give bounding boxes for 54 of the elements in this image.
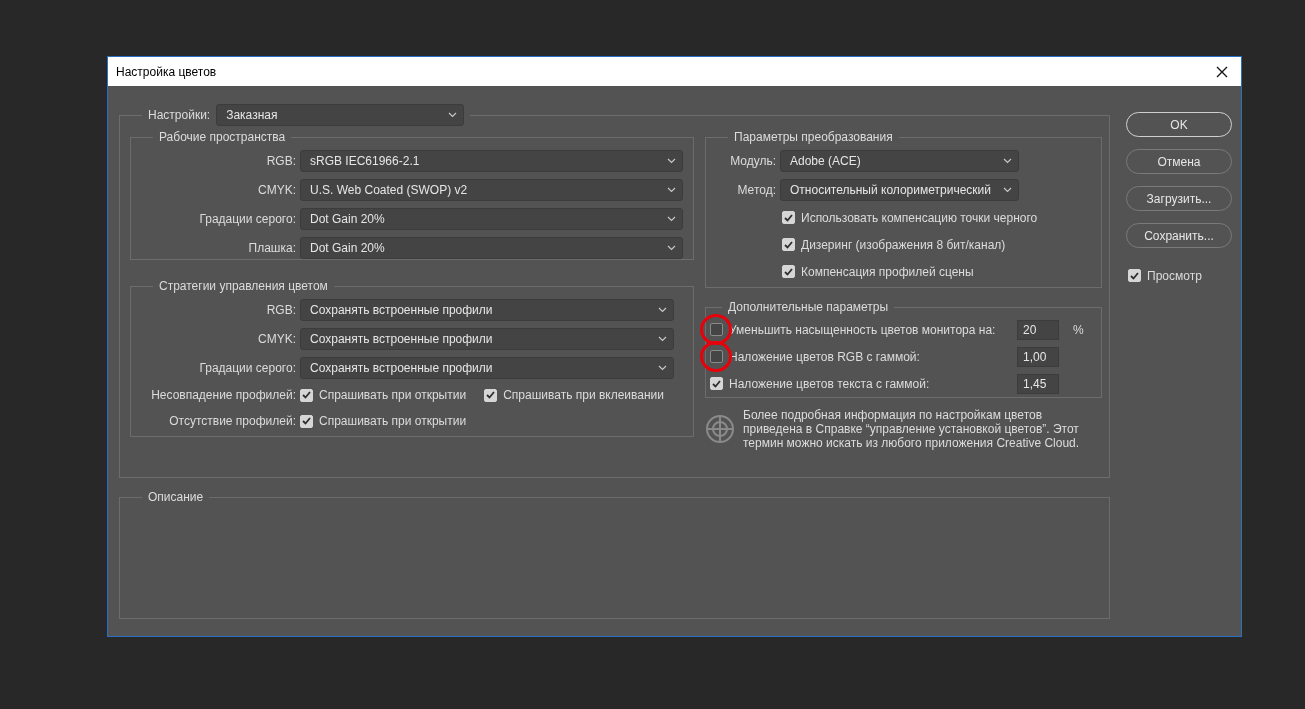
checkbox[interactable] bbox=[710, 350, 723, 363]
field-label: Градации серого: bbox=[198, 211, 297, 226]
field-label: RGB: bbox=[265, 302, 297, 317]
chevron-icon bbox=[658, 306, 667, 313]
chevron-icon bbox=[667, 215, 676, 222]
dropdown[interactable]: Относительный колориметрический bbox=[780, 178, 1019, 201]
close-icon bbox=[1216, 65, 1228, 78]
group-title: Стратегии управления цветом bbox=[159, 279, 328, 293]
group-title: Описание bbox=[148, 490, 204, 504]
dropdown[interactable]: Dot Gain 20% bbox=[300, 236, 683, 259]
dropdown[interactable]: U.S. Web Coated (SWOP) v2 bbox=[300, 178, 683, 201]
dropdown[interactable]: sRGB IEC61966-2.1 bbox=[300, 149, 683, 172]
input-field[interactable]: 1,45 bbox=[1017, 373, 1059, 394]
chevron-icon bbox=[667, 157, 676, 164]
checkbox-label: Спрашивать при открытии bbox=[319, 414, 467, 428]
chevron-icon bbox=[667, 244, 676, 251]
dropdown[interactable]: Заказная bbox=[216, 104, 465, 126]
dropdown[interactable]: Сохранять встроенные профили bbox=[300, 356, 674, 379]
unit-label: % bbox=[1073, 322, 1084, 337]
field-label: Отсутствие профилей: bbox=[168, 414, 297, 428]
field-label: Несовпадение профилей: bbox=[150, 388, 297, 402]
info-text: Более подробная информация по настройкам цветов приведена в Справке “управление установкой цветов”. Этот термин можно искать из любого приложения Creative Cloud. bbox=[743, 408, 1081, 450]
chevron-icon bbox=[448, 112, 458, 118]
field-label: Модуль: bbox=[729, 153, 777, 168]
checkbox-label: Спрашивать при вклеивании bbox=[503, 388, 664, 402]
field-label: Градации серого: bbox=[198, 360, 297, 375]
checkbox-label: Просмотр bbox=[1147, 268, 1202, 283]
dropdown[interactable]: Adobe (ACE) bbox=[780, 149, 1019, 172]
checkbox-label: Наложение цветов текста с гаммой: bbox=[729, 376, 931, 391]
checkbox[interactable] bbox=[710, 323, 723, 336]
window-title: Настройка цветов bbox=[116, 64, 217, 79]
input-field[interactable]: 20 bbox=[1017, 319, 1059, 340]
chevron-icon bbox=[1003, 157, 1012, 164]
field-label: CMYK: bbox=[257, 331, 297, 346]
field-label: Плашка: bbox=[247, 240, 297, 255]
field-label: RGB: bbox=[265, 153, 297, 168]
field-label: Метод: bbox=[736, 182, 777, 197]
settings-label: Настройки: bbox=[148, 108, 211, 122]
dropdown[interactable]: Dot Gain 20% bbox=[300, 207, 683, 230]
checkbox-label: Компенсация профилей сцены bbox=[801, 264, 974, 279]
chevron-icon bbox=[658, 364, 667, 371]
input-field[interactable]: 1,00 bbox=[1017, 346, 1059, 367]
dropdown[interactable]: Сохранять встроенные профили bbox=[300, 327, 674, 350]
field-label: CMYK: bbox=[257, 182, 297, 197]
group-title: Рабочие пространства bbox=[159, 130, 286, 144]
chevron-icon bbox=[658, 335, 667, 342]
chevron-icon bbox=[667, 186, 676, 193]
group-title: Параметры преобразования bbox=[734, 130, 893, 144]
checkbox-label: Использовать компенсацию точки черного bbox=[801, 210, 1038, 225]
checkbox-label: Дизеринг (изображения 8 бит/канал) bbox=[801, 237, 1006, 252]
chevron-icon bbox=[1003, 186, 1012, 193]
dropdown[interactable]: Сохранять встроенные профили bbox=[300, 298, 674, 321]
group-title: Дополнительные параметры bbox=[728, 300, 889, 314]
checkbox-label: Спрашивать при открытии bbox=[319, 388, 467, 402]
